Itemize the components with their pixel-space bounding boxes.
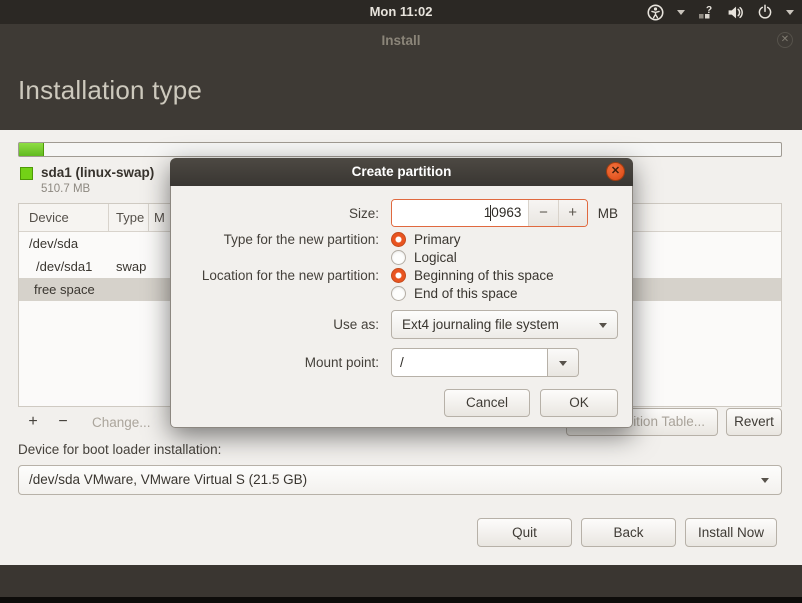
radio-primary[interactable] [391,232,406,247]
desktop-background [0,565,802,597]
partition-size-bar[interactable] [18,142,782,157]
radio-primary-label[interactable]: Primary [414,232,461,247]
column-header-device[interactable]: Device [19,204,109,231]
size-spinner[interactable]: 10963 − + [391,199,588,227]
legend-partition-name: sda1 (linux-swap) [41,165,154,180]
dialog-titlebar[interactable]: Create partition ✕ [170,158,633,186]
volume-icon[interactable] [727,4,744,21]
page-title: Installation type [18,75,202,106]
use-as-label: Use as: [185,317,391,332]
dialog-close-icon[interactable]: ✕ [606,162,625,181]
legend-partition-size: 510.7 MB [41,183,90,195]
mount-point-label: Mount point: [185,355,391,370]
window-title: Install [0,24,802,57]
create-partition-dialog: Create partition ✕ Size: 10963 − + MB Ty… [170,158,633,428]
size-decrement-button[interactable]: − [528,200,557,226]
screen-bottom-edge [0,597,802,603]
dialog-body: Size: 10963 − + MB Type for the new part… [170,186,633,428]
installer-screen: Mon 11:02 ? Install ✕ Installation type [0,0,802,603]
bootloader-device-value: /dev/sda VMware, VMware Virtual S (21.5 … [29,472,307,487]
system-menu-caret-icon[interactable] [786,10,794,15]
clock[interactable]: Mon 11:02 [370,0,433,24]
type-label: Type for the new partition: [185,232,391,247]
page-header: Installation type [0,57,802,130]
accessibility-icon[interactable] [647,4,664,21]
bootloader-device-select[interactable]: /dev/sda VMware, VMware Virtual S (21.5 … [18,465,782,495]
size-unit-label: MB [598,206,618,221]
change-partition-button[interactable]: Change... [92,415,151,430]
revert-button[interactable]: Revert [726,408,782,436]
bootloader-label: Device for boot loader installation: [18,442,221,457]
radio-end[interactable] [391,286,406,301]
svg-text:?: ? [706,5,712,16]
cell-type: swap [109,259,169,274]
remove-partition-button[interactable]: − [48,413,78,431]
radio-beginning-label[interactable]: Beginning of this space [414,268,554,283]
dialog-title: Create partition [352,164,452,179]
partition-segment-swap[interactable] [19,143,44,156]
location-label: Location for the new partition: [185,268,391,283]
ok-button[interactable]: OK [540,389,618,417]
use-as-select[interactable]: Ext4 journaling file system [391,310,618,339]
swap-color-swatch [20,167,33,180]
radio-beginning[interactable] [391,268,406,283]
wizard-buttons: Quit Back Install Now [477,518,777,547]
add-partition-button[interactable]: + [18,413,48,431]
window-close-icon[interactable]: ✕ [777,32,793,48]
column-header-type[interactable]: Type [109,204,149,231]
install-now-button[interactable]: Install Now [685,518,777,547]
mount-point-dropdown-button[interactable] [548,348,579,377]
cell-device: /dev/sda1 [19,259,109,274]
text-cursor [490,205,491,221]
use-as-value: Ext4 journaling file system [402,317,559,332]
chevron-down-icon [559,361,567,366]
mount-point-input[interactable]: / [391,348,548,377]
power-icon[interactable] [757,4,773,20]
size-input[interactable]: 10963 [392,200,528,226]
accessibility-menu-caret-icon[interactable] [677,10,685,15]
back-button[interactable]: Back [581,518,676,547]
mount-point-combo[interactable]: / [391,348,579,377]
system-top-bar: Mon 11:02 ? [0,0,802,24]
cell-device: /dev/sda [19,236,109,251]
radio-logical-label[interactable]: Logical [414,250,457,265]
chevron-down-icon [761,478,769,483]
quit-button[interactable]: Quit [477,518,572,547]
cell-device: free space [19,282,109,297]
window-titlebar: Install ✕ [0,24,802,57]
size-increment-button[interactable]: + [558,200,587,226]
cancel-button[interactable]: Cancel [444,389,530,417]
chevron-down-icon [599,323,607,328]
size-label: Size: [185,206,391,221]
network-status-icon[interactable]: ? [698,4,714,20]
radio-end-label[interactable]: End of this space [414,286,518,301]
radio-logical[interactable] [391,250,406,265]
